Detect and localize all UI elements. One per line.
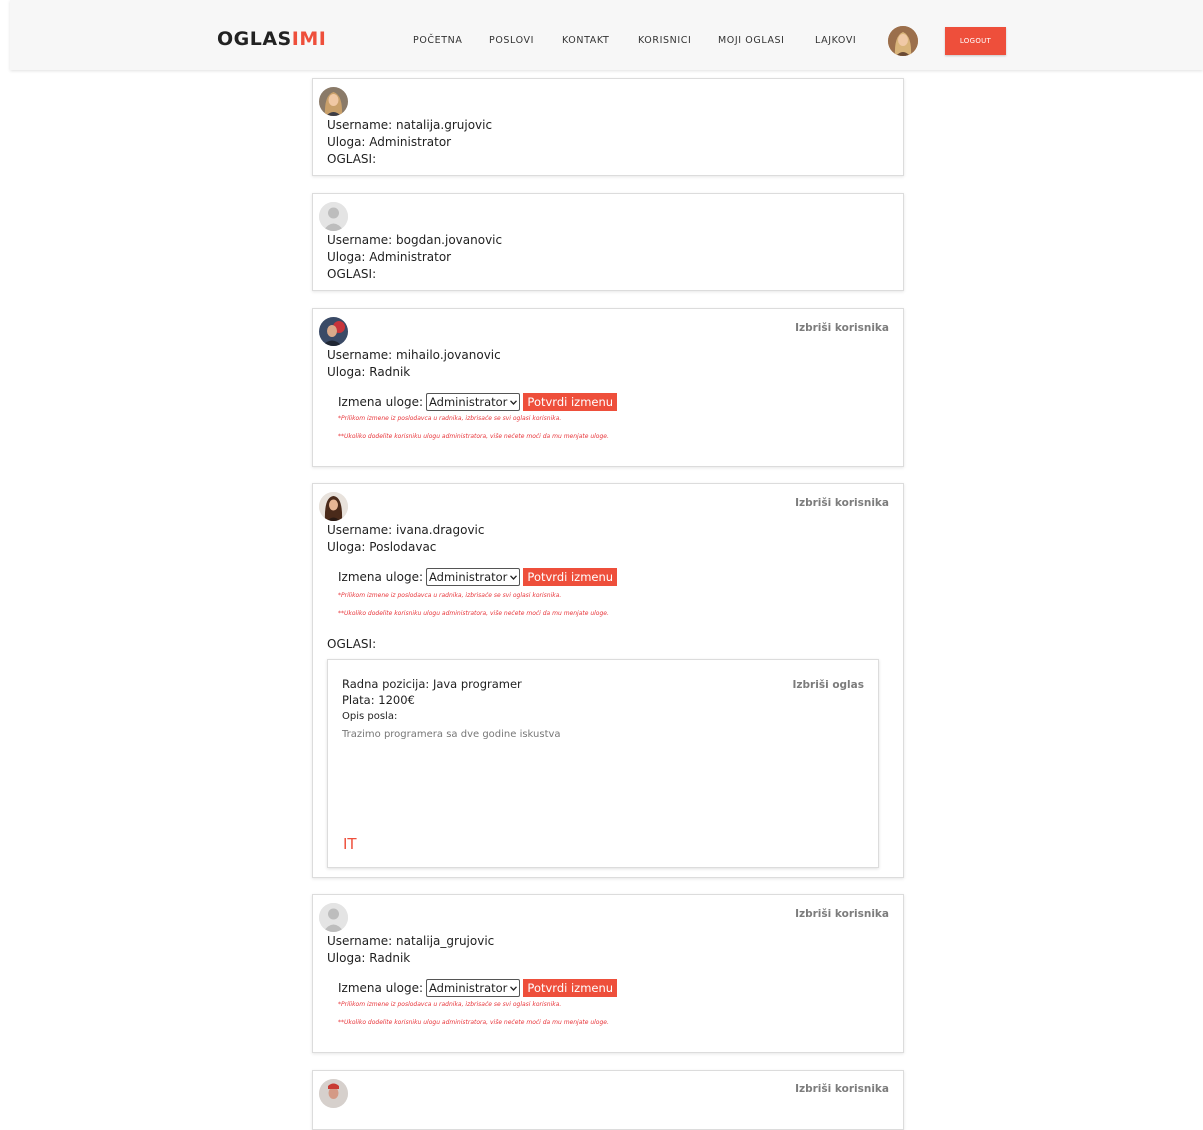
ads-heading: OGLASI: xyxy=(327,637,377,651)
warning-text-1: *Prilikom izmene iz poslodavca u radnika… xyxy=(338,1001,562,1008)
profile-photo-icon xyxy=(888,26,918,56)
confirm-role-button[interactable]: Potvrdi izmenu xyxy=(523,568,618,586)
logo-text: OGLAS xyxy=(217,28,292,50)
ads-heading: OGLASI: xyxy=(327,267,377,281)
nav-link-poslovi[interactable]: POSLOVI xyxy=(489,35,534,46)
warning-text-1: *Prilikom izmene iz poslodavca u radnika… xyxy=(338,415,562,422)
logo-accent-text: IMI xyxy=(291,28,327,50)
confirm-role-button[interactable]: Potvrdi izmenu xyxy=(523,979,618,997)
user-card: Username: bogdan.jovanovic Uloga: Admini… xyxy=(312,193,904,291)
warning-text-2: **Ukoliko dodelite korisniku ulogu admin… xyxy=(338,610,609,617)
warning-text-1: *Prilikom izmene iz poslodavca u radnika… xyxy=(338,592,562,599)
user-avatar xyxy=(319,202,348,231)
man-photo-icon xyxy=(319,317,348,346)
logout-button[interactable]: LOGOUT xyxy=(945,27,1006,55)
nav-link-korisnici[interactable]: KORISNICI xyxy=(638,35,691,46)
delete-user-link[interactable]: Izbriši korisnika xyxy=(795,322,889,334)
role-change-row: Izmena uloge: Administrator Potvrdi izme… xyxy=(338,979,618,997)
role-text: Uloga: Administrator xyxy=(327,250,452,264)
job-position: Radna pozicija: Java programer xyxy=(342,677,522,691)
job-description: Trazimo programera sa dve godine iskustv… xyxy=(342,729,561,740)
delete-user-link[interactable]: Izbriši korisnika xyxy=(795,497,889,509)
nav-link-lajkovi[interactable]: LAJKOVI xyxy=(815,35,856,46)
username-text: Username: natalija_grujovic xyxy=(327,934,495,948)
user-card: Izbriši korisnika Username: natalija_gru… xyxy=(312,894,904,1053)
user-card: Izbriši korisnika xyxy=(312,1070,904,1130)
confirm-role-button[interactable]: Potvrdi izmenu xyxy=(523,393,618,411)
user-avatar xyxy=(319,317,348,346)
username-text: Username: ivana.dragovic xyxy=(327,523,485,537)
default-user-icon xyxy=(319,903,348,932)
role-select[interactable]: Administrator xyxy=(426,393,521,411)
nav-link-pocetna[interactable]: POČETNA xyxy=(413,35,462,46)
job-description-label: Opis posla: xyxy=(342,711,398,722)
username-text: Username: bogdan.jovanovic xyxy=(327,233,503,247)
job-ad-card: Radna pozicija: Java programer Izbriši o… xyxy=(327,659,879,868)
user-avatar xyxy=(319,87,348,116)
role-select-value: Administrator xyxy=(429,570,508,584)
role-change-row: Izmena uloge: Administrator Potvrdi izme… xyxy=(338,568,618,586)
woman-photo-icon xyxy=(319,87,348,116)
warning-text-2: **Ukoliko dodelite korisniku ulogu admin… xyxy=(338,433,609,440)
woman-photo-icon xyxy=(319,492,348,521)
chevron-down-icon xyxy=(510,574,518,580)
role-select-value: Administrator xyxy=(429,395,508,409)
site-logo[interactable]: OGLASIMI xyxy=(217,28,326,50)
user-card: Izbriši korisnika Username: mihailo.jova… xyxy=(312,308,904,467)
role-text: Uloga: Poslodavac xyxy=(327,540,437,554)
username-text: Username: mihailo.jovanovic xyxy=(327,348,501,362)
role-change-label: Izmena uloge: xyxy=(338,981,424,995)
nav-link-kontakt[interactable]: KONTAKT xyxy=(562,35,609,46)
user-card: Username: natalija.grujovic Uloga: Admin… xyxy=(312,78,904,176)
warning-text-2: **Ukoliko dodelite korisniku ulogu admin… xyxy=(338,1019,609,1026)
role-select[interactable]: Administrator xyxy=(426,979,521,997)
man-photo-icon xyxy=(319,1079,348,1108)
user-avatar xyxy=(319,1079,348,1108)
role-change-label: Izmena uloge: xyxy=(338,395,424,409)
role-text: Uloga: Radnik xyxy=(327,365,411,379)
role-text: Uloga: Radnik xyxy=(327,951,411,965)
delete-ad-link[interactable]: Izbriši oglas xyxy=(793,679,864,691)
username-text: Username: natalija.grujovic xyxy=(327,118,493,132)
nav-link-moji-oglasi[interactable]: MOJI OGLASI xyxy=(718,35,785,46)
user-avatar xyxy=(319,903,348,932)
chevron-down-icon xyxy=(510,399,518,405)
navbar: OGLASIMI POČETNA POSLOVI KONTAKT KORISNI… xyxy=(10,0,1203,70)
default-user-icon xyxy=(319,202,348,231)
delete-user-link[interactable]: Izbriši korisnika xyxy=(795,1083,889,1095)
role-change-row: Izmena uloge: Administrator Potvrdi izme… xyxy=(338,393,618,411)
ads-heading: OGLASI: xyxy=(327,152,377,166)
chevron-down-icon xyxy=(510,985,518,991)
role-select[interactable]: Administrator xyxy=(426,568,521,586)
user-avatar xyxy=(319,492,348,521)
role-change-label: Izmena uloge: xyxy=(338,570,424,584)
role-select-value: Administrator xyxy=(429,981,508,995)
job-category: IT xyxy=(343,835,357,853)
delete-user-link[interactable]: Izbriši korisnika xyxy=(795,908,889,920)
job-salary: Plata: 1200€ xyxy=(342,693,415,707)
user-card: Izbriši korisnika Username: ivana.dragov… xyxy=(312,483,904,878)
profile-avatar[interactable] xyxy=(888,26,918,56)
role-text: Uloga: Administrator xyxy=(327,135,452,149)
